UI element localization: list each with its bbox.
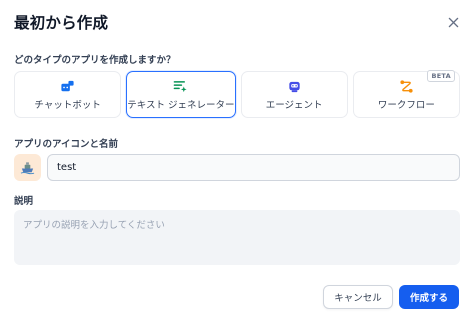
close-button[interactable] — [443, 12, 463, 32]
app-name-input[interactable] — [47, 154, 460, 181]
type-option-chatbot[interactable]: チャットボット — [14, 71, 122, 118]
app-icon-name-label: アプリのアイコンと名前 — [14, 139, 119, 150]
description-label: 説明 — [14, 196, 34, 207]
create-app-dialog: 最初から作成 どのタイプのアプリを作成しますか？ チャットボット テキスト ジェ… — [0, 0, 474, 320]
type-option-label: テキスト ジェネレーター — [127, 100, 235, 111]
type-option-workflow[interactable]: BETA ワークフロー — [352, 70, 460, 118]
app-icon-name-row — [14, 154, 460, 182]
cancel-button[interactable]: キャンセル — [323, 285, 393, 309]
beta-badge: BETA — [427, 70, 455, 82]
text-generator-icon — [173, 78, 189, 94]
chat-bot-icon — [60, 78, 76, 94]
type-option-text-generator[interactable]: テキスト ジェネレーター — [126, 71, 236, 118]
app-type-selector: チャットボット テキスト ジェネレーター エージェント BETA ワークフロー — [14, 70, 460, 118]
create-button[interactable]: 作成する — [399, 285, 459, 309]
app-type-label: どのタイプのアプリを作成しますか？ — [14, 55, 176, 66]
description-textarea[interactable] — [14, 210, 460, 265]
type-option-label: チャットボット — [34, 100, 101, 111]
close-icon — [448, 17, 458, 27]
type-option-label: エージェント — [265, 100, 323, 111]
app-icon-picker[interactable] — [14, 154, 41, 181]
dialog-title: 最初から作成 — [14, 14, 109, 32]
agent-robot-icon — [286, 78, 302, 94]
app-emoji-icon — [20, 162, 35, 175]
workflow-icon — [398, 78, 414, 94]
type-option-label: ワークフロー — [377, 100, 435, 111]
type-option-agent[interactable]: エージェント — [240, 71, 348, 118]
